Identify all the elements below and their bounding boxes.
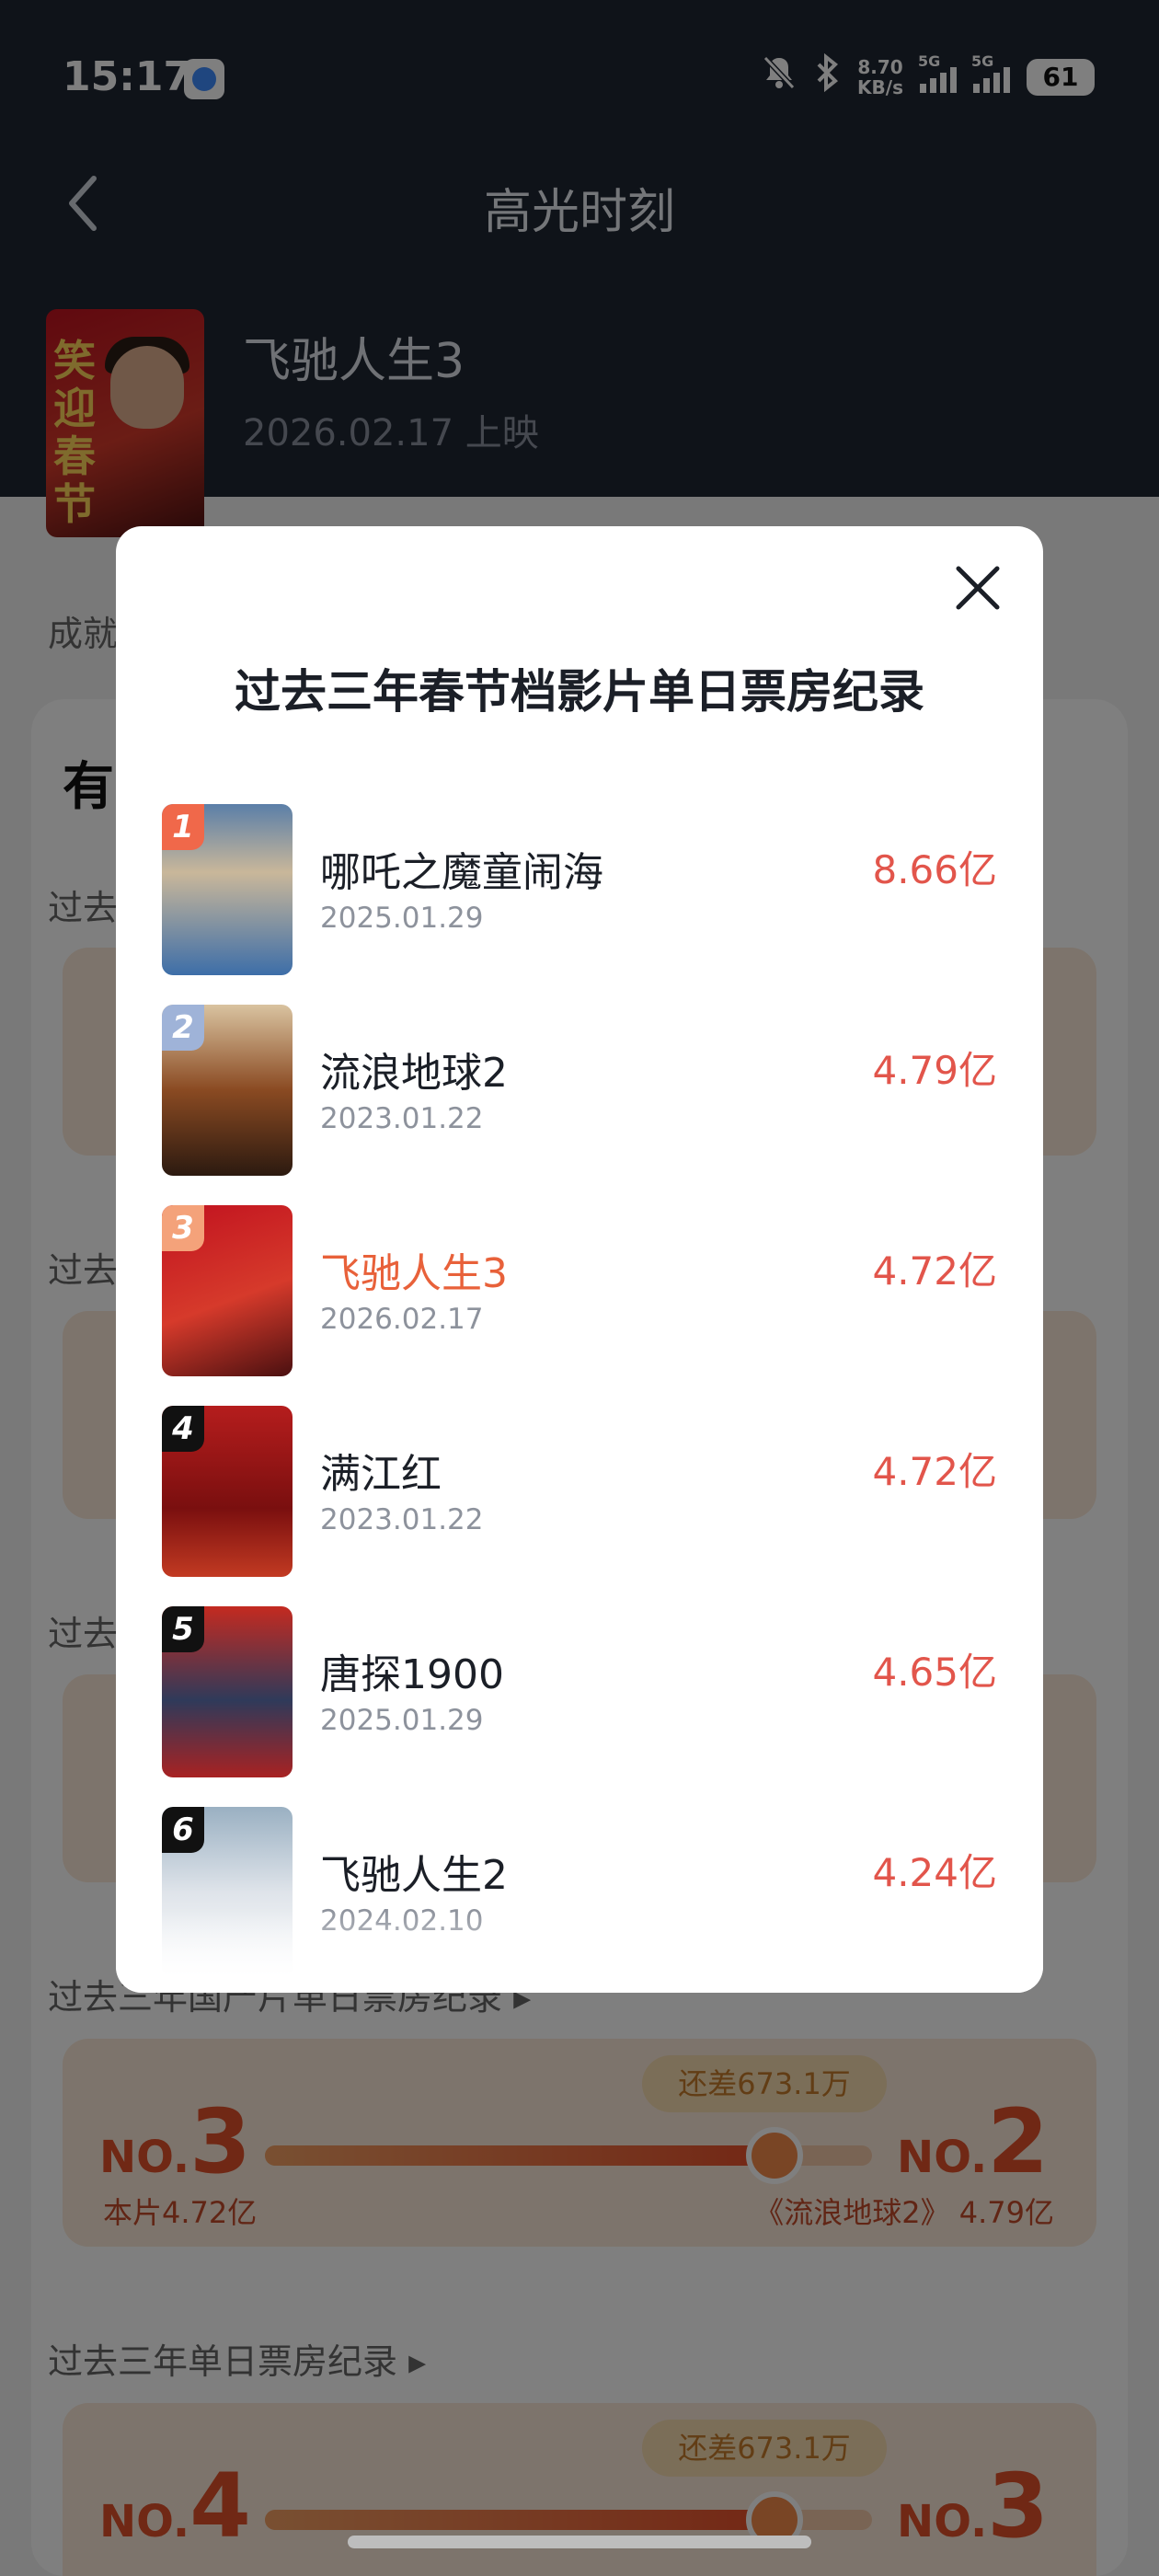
movie-title: 流浪地球2 — [320, 1050, 508, 1097]
box-office-value: 4.24亿 — [872, 1850, 997, 1895]
movie-poster-thumbnail: 1 — [162, 804, 293, 975]
list-fade — [116, 1910, 1043, 1993]
rank-badge: 3 — [162, 1205, 204, 1251]
movie-title: 满江红 — [320, 1451, 442, 1498]
movie-poster-thumbnail: 3 — [162, 1205, 293, 1376]
movie-poster-thumbnail: 4 — [162, 1406, 293, 1577]
rank-badge: 5 — [162, 1606, 204, 1652]
box-office-value: 4.72亿 — [872, 1248, 997, 1294]
dialog-title: 过去三年春节档影片单日票房纪录 — [235, 665, 924, 719]
movie-title: 飞驰人生2 — [320, 1852, 508, 1899]
box-office-value: 8.66亿 — [872, 847, 997, 892]
movie-date: 2025.01.29 — [320, 902, 484, 935]
movie-date: 2025.01.29 — [320, 1704, 484, 1737]
box-office-value: 4.65亿 — [872, 1650, 997, 1695]
rank-list-item[interactable]: 4 满江红 2023.01.22 4.72亿 — [162, 1406, 997, 1606]
movie-date: 2026.02.17 — [320, 1303, 484, 1336]
movie-title: 飞驰人生3 — [320, 1250, 508, 1297]
rank-list-item[interactable]: 1 哪吒之魔童闹海 2025.01.29 8.66亿 — [162, 804, 997, 1005]
box-office-record-dialog: 过去三年春节档影片单日票房纪录 1 哪吒之魔童闹海 2025.01.29 8.66亿 2… — [116, 526, 1043, 1993]
ranking-list: 1 哪吒之魔童闹海 2025.01.29 8.66亿 2 流浪地球2 2023.01.22 4… — [162, 804, 997, 1993]
movie-poster-thumbnail: 2 — [162, 1005, 293, 1176]
box-office-value: 4.72亿 — [872, 1449, 997, 1494]
rank-list-item[interactable]: 5 唐探1900 2025.01.29 4.65亿 — [162, 1606, 997, 1807]
movie-poster-thumbnail: 5 — [162, 1606, 293, 1777]
rank-badge: 2 — [162, 1005, 204, 1051]
rank-list-item[interactable]: 2 流浪地球2 2023.01.22 4.79亿 — [162, 1005, 997, 1205]
close-icon[interactable] — [951, 561, 1004, 615]
movie-title: 哪吒之魔童闹海 — [320, 849, 603, 896]
rank-badge: 4 — [162, 1406, 204, 1452]
home-indicator[interactable] — [348, 2536, 811, 2548]
rank-list-item[interactable]: 3 飞驰人生3 2026.02.17 4.72亿 — [162, 1205, 997, 1406]
movie-date: 2023.01.22 — [320, 1503, 484, 1536]
movie-date: 2023.01.22 — [320, 1102, 484, 1135]
box-office-value: 4.79亿 — [872, 1048, 997, 1093]
rank-badge: 1 — [162, 804, 204, 850]
movie-title: 唐探1900 — [320, 1651, 504, 1698]
rank-badge: 6 — [162, 1807, 204, 1853]
